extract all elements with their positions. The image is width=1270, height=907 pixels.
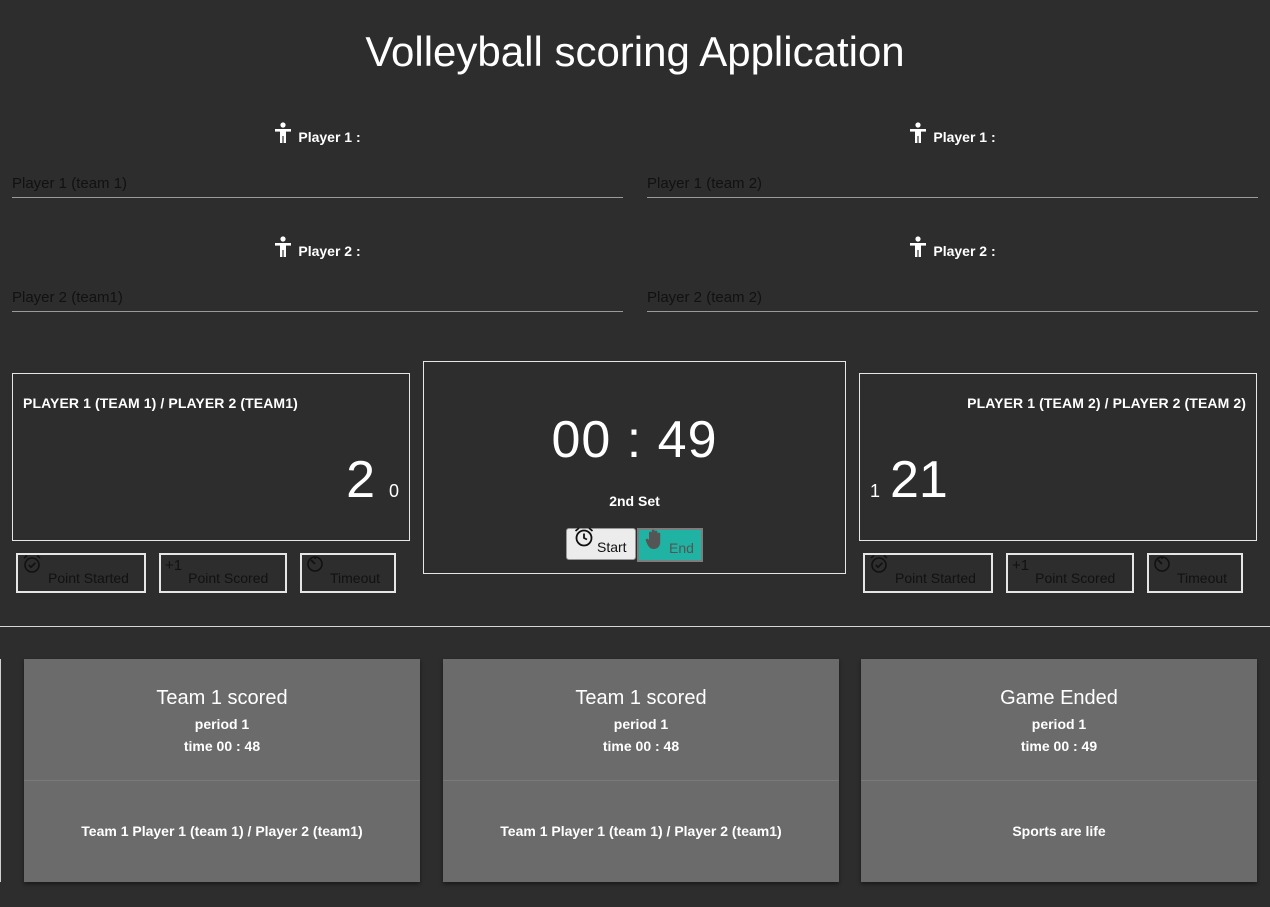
- team1-actions: Point Started +1 Point Scored Timeout: [16, 553, 409, 593]
- team1-name: Player 1 (team 1) / Player 2 (team1): [23, 395, 298, 411]
- previous-card-edge: [0, 659, 1, 882]
- end-button[interactable]: End: [637, 528, 703, 562]
- alarm-check-icon: [22, 554, 42, 578]
- plus-one-icon: +1: [165, 557, 183, 574]
- event-period: period 1: [194, 716, 250, 732]
- team1-player2-block: Player 2 :: [12, 226, 623, 340]
- team2-player1-block: Player 1 :: [647, 112, 1258, 226]
- alarm-clock-icon: [573, 526, 595, 551]
- team1-sets: 0: [388, 481, 399, 501]
- timer-separator: :: [626, 411, 643, 469]
- event-card-header: Team 1 scored period 1 time 00 : 48: [24, 659, 420, 781]
- person-icon: [274, 236, 292, 261]
- team1-player1-input[interactable]: [12, 170, 623, 198]
- event-detail: Team 1 Player 1 (team 1) / Player 2 (tea…: [81, 823, 363, 839]
- team2-point-scored-label: Point Scored: [1035, 570, 1116, 586]
- team1-players: Player 1 : Player 2 :: [12, 112, 623, 340]
- alarm-check-icon: [869, 554, 889, 578]
- event-time: time 00 : 49: [1020, 738, 1098, 754]
- set-label: 2nd Set: [609, 493, 660, 509]
- team2-player1-input[interactable]: [647, 170, 1258, 198]
- team1-score-card: Player 1 (team 1) / Player 2 (team1) 2 0: [12, 373, 410, 541]
- event-period: period 1: [613, 716, 669, 732]
- timer-seconds: 49: [657, 411, 718, 469]
- plus-one-icon: +1: [1012, 557, 1030, 574]
- team1-player2-input[interactable]: [12, 284, 623, 312]
- team1-points: 2: [346, 451, 375, 509]
- team1-point-started-button[interactable]: Point Started: [16, 553, 146, 593]
- team2-player2-input[interactable]: [647, 284, 1258, 312]
- team2-point-started-button[interactable]: Point Started: [863, 553, 993, 593]
- event-card[interactable]: Team 1 scored period 1 time 00 : 48 Team…: [24, 659, 420, 882]
- timer-controls: Start End: [566, 526, 703, 562]
- team1-player1-label-text: Player 1 :: [298, 129, 361, 145]
- app-root: Volleyball scoring Application Player 1 …: [0, 0, 1270, 907]
- person-icon: [909, 236, 927, 261]
- team1-timeout-button[interactable]: Timeout: [300, 553, 396, 593]
- event-time: time 00 : 48: [602, 738, 680, 754]
- section-divider: [0, 626, 1270, 627]
- team2-players: Player 1 : Player 2 :: [647, 112, 1258, 340]
- team1-point-scored-button[interactable]: +1 Point Scored: [159, 553, 287, 593]
- team1-player1-block: Player 1 :: [12, 112, 623, 226]
- team2-actions: Point Started +1 Point Scored Timeout: [863, 553, 1256, 593]
- event-title: Game Ended: [1000, 687, 1118, 709]
- team2-score-card: Player 1 (team 2) / Player 2 (team 2) 1 …: [859, 373, 1257, 541]
- end-label: End: [669, 540, 694, 556]
- team2-sets: 1: [870, 481, 881, 501]
- timer-display: 00 : 49: [424, 410, 845, 470]
- team2-timeout-button[interactable]: Timeout: [1147, 553, 1243, 593]
- event-card-header: Team 1 scored period 1 time 00 : 48: [443, 659, 839, 781]
- team2-point-started-label: Point Started: [895, 570, 976, 586]
- timer-icon: [1153, 555, 1171, 577]
- team1-point-scored-label: Point Scored: [188, 570, 269, 586]
- person-icon: [909, 122, 927, 147]
- team2-player2-label-text: Player 2 :: [933, 243, 996, 259]
- team1-player2-label: Player 2 :: [12, 236, 623, 261]
- team2-timeout-label: Timeout: [1177, 570, 1228, 586]
- team1-point-started-label: Point Started: [48, 570, 129, 586]
- team1-player2-label-text: Player 2 :: [298, 243, 361, 259]
- team2-player1-label: Player 1 :: [647, 122, 1258, 147]
- timer-minutes: 00: [551, 411, 612, 469]
- event-time: time 00 : 48: [183, 738, 261, 754]
- timer-panel: 00 : 49 2nd Set Start End: [423, 361, 846, 574]
- event-card-header: Game Ended period 1 time 00 : 49: [861, 659, 1257, 781]
- start-button[interactable]: Start: [566, 526, 636, 560]
- team2-player2-label: Player 2 :: [647, 236, 1258, 261]
- team2-player2-block: Player 2 :: [647, 226, 1258, 340]
- event-card[interactable]: Game Ended period 1 time 00 : 49 Sports …: [861, 659, 1257, 882]
- team2-player1-label-text: Player 1 :: [933, 129, 996, 145]
- team1-timeout-label: Timeout: [330, 570, 381, 586]
- event-detail: Team 1 Player 1 (team 1) / Player 2 (tea…: [500, 823, 782, 839]
- page-title: Volleyball scoring Application: [365, 28, 905, 75]
- hand-stop-icon: [643, 527, 667, 554]
- team2-points: 21: [890, 451, 948, 509]
- event-title: Team 1 scored: [156, 687, 288, 709]
- event-detail: Sports are life: [1012, 823, 1106, 839]
- start-label: Start: [597, 539, 627, 555]
- timer-icon: [306, 555, 324, 577]
- team2-point-scored-button[interactable]: +1 Point Scored: [1006, 553, 1134, 593]
- event-period: period 1: [1031, 716, 1087, 732]
- team1-player1-label: Player 1 :: [12, 122, 623, 147]
- person-icon: [274, 122, 292, 147]
- event-title: Team 1 scored: [575, 687, 707, 709]
- team2-name: Player 1 (team 2) / Player 2 (team 2): [967, 395, 1246, 411]
- event-card[interactable]: Team 1 scored period 1 time 00 : 48 Team…: [443, 659, 839, 882]
